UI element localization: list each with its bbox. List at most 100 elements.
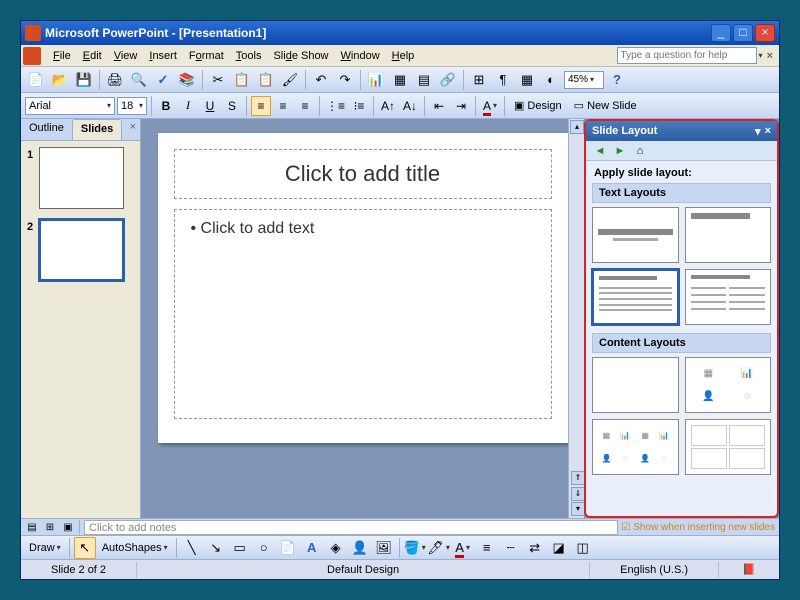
body-placeholder[interactable]: Click to add text <box>174 209 552 419</box>
menu-format[interactable]: Format <box>183 48 230 64</box>
fill-color-button[interactable]: 🪣▾ <box>404 537 426 559</box>
slide-thumb-2[interactable] <box>39 219 124 281</box>
slide-canvas[interactable]: Click to add title Click to add text <box>158 133 568 443</box>
wordart-button[interactable]: A <box>301 537 323 559</box>
align-center-button[interactable]: ≡ <box>273 96 293 116</box>
arrow-button[interactable]: ↘ <box>205 537 227 559</box>
nav-fwd-icon[interactable]: ► <box>612 143 628 159</box>
new-button[interactable]: 📄 <box>25 69 47 91</box>
bullets-button[interactable]: ⁝≡ <box>349 96 369 116</box>
save-button[interactable]: 💾 <box>73 69 95 91</box>
menu-tools[interactable]: Tools <box>230 48 268 64</box>
normal-view-button[interactable]: ▤ <box>23 520 41 535</box>
minimize-button[interactable]: _ <box>711 24 731 42</box>
rectangle-button[interactable]: ▭ <box>229 537 251 559</box>
title-placeholder[interactable]: Click to add title <box>174 149 552 199</box>
diagram-button[interactable]: ◈ <box>325 537 347 559</box>
sorter-view-button[interactable]: ⊞ <box>41 520 59 535</box>
close-button[interactable]: × <box>755 24 775 42</box>
maximize-button[interactable]: □ <box>733 24 753 42</box>
3d-style-button[interactable]: ◫ <box>572 537 594 559</box>
redo-button[interactable]: ↷ <box>334 69 356 91</box>
decrease-font-button[interactable]: A↓ <box>400 96 420 116</box>
print-preview-button[interactable]: 🔍 <box>128 69 150 91</box>
cut-button[interactable]: ✂ <box>207 69 229 91</box>
format-painter-button[interactable]: 🖌 <box>279 69 301 91</box>
panel-close-button[interactable]: × <box>126 119 140 140</box>
table-button[interactable]: ▦ <box>389 69 411 91</box>
paste-button[interactable]: 📋 <box>255 69 277 91</box>
layout-two-column-text[interactable] <box>685 269 772 325</box>
shadow-button[interactable]: S <box>222 96 242 116</box>
layout-title-text[interactable] <box>592 269 679 325</box>
autoshapes-menu[interactable]: AutoShapes ▾ <box>98 540 172 556</box>
arrow-style-button[interactable]: ⇄ <box>524 537 546 559</box>
show-inserting-checkbox[interactable]: ☑ Show when inserting new slides <box>618 522 780 533</box>
undo-button[interactable]: ↶ <box>310 69 332 91</box>
vertical-scrollbar[interactable]: ▴ ⇑ ⇓ ▾ <box>568 119 584 518</box>
doc-icon[interactable] <box>23 47 41 65</box>
bold-button[interactable]: B <box>156 96 176 116</box>
layout-blank[interactable] <box>592 357 679 413</box>
new-slide-button[interactable]: ▭ New Slide <box>569 96 642 116</box>
help-search-input[interactable] <box>617 47 757 64</box>
menu-insert[interactable]: Insert <box>143 48 183 64</box>
nav-back-icon[interactable]: ◄ <box>592 143 608 159</box>
menu-edit[interactable]: Edit <box>77 48 108 64</box>
draw-menu[interactable]: Draw ▾ <box>25 540 65 556</box>
slide-thumb-1[interactable] <box>39 147 124 209</box>
tab-slides[interactable]: Slides <box>72 119 122 140</box>
layout-title-slide[interactable] <box>592 207 679 263</box>
increase-indent-button[interactable]: ⇥ <box>451 96 471 116</box>
dash-style-button[interactable]: ┄ <box>500 537 522 559</box>
increase-font-button[interactable]: A↑ <box>378 96 398 116</box>
color-grayscale-button[interactable]: ◐ <box>540 69 562 91</box>
menu-file[interactable]: File <box>47 48 77 64</box>
menu-help[interactable]: Help <box>386 48 421 64</box>
help-dropdown-icon[interactable]: ▾ <box>759 51 763 60</box>
scroll-up-icon[interactable]: ▴ <box>570 120 584 134</box>
textbox-button[interactable]: 📄 <box>277 537 299 559</box>
numbering-button[interactable]: ⋮≡ <box>324 96 347 116</box>
slideshow-view-button[interactable]: ▣ <box>59 520 77 535</box>
select-objects-button[interactable]: ↖ <box>74 537 96 559</box>
grid-button[interactable]: ▦ <box>516 69 538 91</box>
help-button[interactable]: ? <box>606 69 628 91</box>
design-button[interactable]: ▣ Design <box>509 96 567 116</box>
clipart-button[interactable]: 👤 <box>349 537 371 559</box>
font-size-combo[interactable]: 18▾ <box>117 97 147 115</box>
taskpane-close-button[interactable]: × <box>765 125 771 137</box>
zoom-combo[interactable]: 45%▾ <box>564 71 604 89</box>
shadow-style-button[interactable]: ◪ <box>548 537 570 559</box>
copy-button[interactable]: 📋 <box>231 69 253 91</box>
line-color-button[interactable]: 🖊▾ <box>428 537 450 559</box>
align-left-button[interactable]: ≡ <box>251 96 271 116</box>
menu-view[interactable]: View <box>108 48 144 64</box>
taskpane-menu-icon[interactable]: ▾ <box>755 125 761 138</box>
menu-slideshow[interactable]: Slide Show <box>267 48 334 64</box>
layout-title-only[interactable] <box>685 207 772 263</box>
status-spellcheck-icon[interactable]: 📕 <box>719 563 779 576</box>
next-slide-icon[interactable]: ⇓ <box>571 487 584 501</box>
layout-four-content[interactable] <box>685 419 772 475</box>
layout-title-content[interactable]: ▦📊👤◌ ▦📊👤◌ <box>592 419 679 475</box>
print-button[interactable]: 🖨 <box>104 69 126 91</box>
open-button[interactable]: 📂 <box>49 69 71 91</box>
hyperlink-button[interactable]: 🔗 <box>437 69 459 91</box>
layout-content[interactable]: ▦📊👤◌ <box>685 357 772 413</box>
prev-slide-icon[interactable]: ⇑ <box>571 471 584 485</box>
notes-input[interactable]: Click to add notes <box>84 520 618 535</box>
scroll-down-icon[interactable]: ▾ <box>571 502 584 516</box>
line-button[interactable]: ╲ <box>181 537 203 559</box>
research-button[interactable]: 📚 <box>176 69 198 91</box>
align-right-button[interactable]: ≡ <box>295 96 315 116</box>
chart-button[interactable]: 📊 <box>365 69 387 91</box>
italic-button[interactable]: I <box>178 96 198 116</box>
tables-borders-button[interactable]: ▤ <box>413 69 435 91</box>
line-style-button[interactable]: ≡ <box>476 537 498 559</box>
font-color-button[interactable]: A▾ <box>480 96 500 116</box>
font-name-combo[interactable]: Arial▾ <box>25 97 115 115</box>
expand-all-button[interactable]: ⊞ <box>468 69 490 91</box>
spellcheck-button[interactable]: ✓ <box>152 69 174 91</box>
decrease-indent-button[interactable]: ⇤ <box>429 96 449 116</box>
